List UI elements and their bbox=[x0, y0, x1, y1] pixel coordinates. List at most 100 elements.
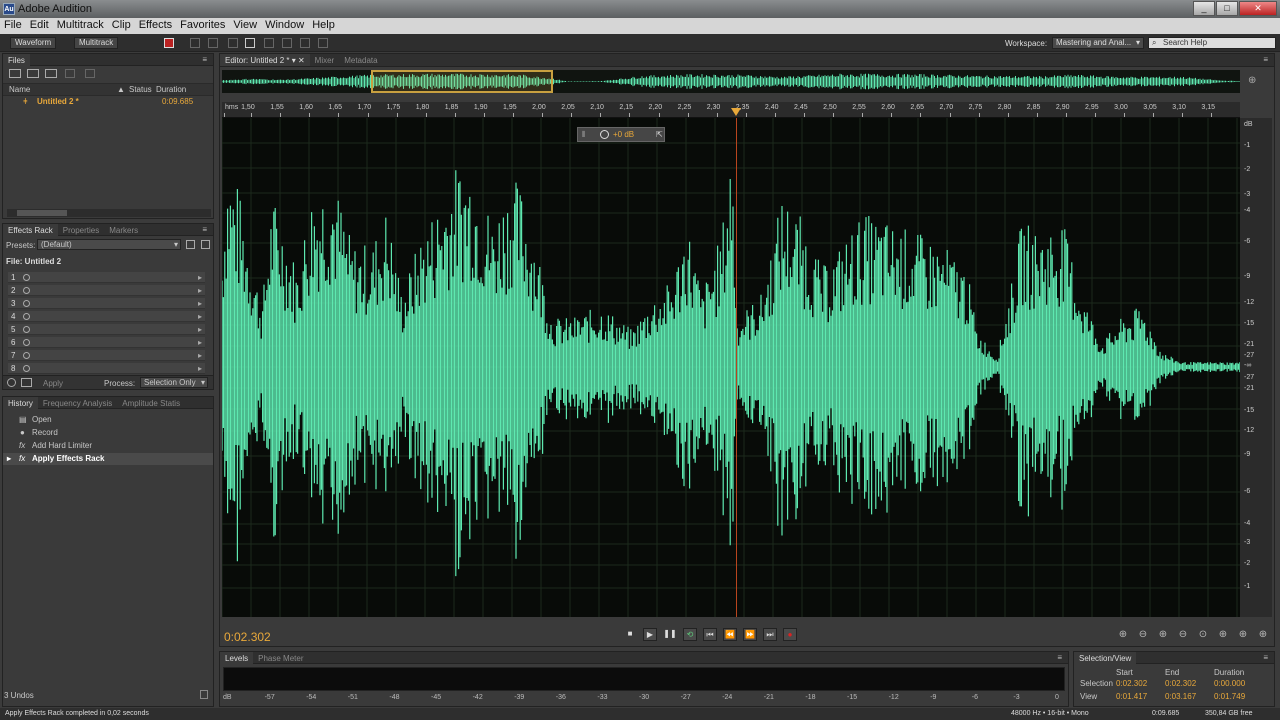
record-button-icon[interactable]: ● bbox=[783, 628, 797, 641]
tab-files[interactable]: Files bbox=[3, 54, 30, 66]
drag-handle-icon[interactable]: ⦀ bbox=[582, 130, 586, 140]
tool-icon[interactable] bbox=[264, 38, 274, 48]
effect-slot[interactable]: 2 ▸ bbox=[8, 285, 205, 296]
new-file-icon[interactable] bbox=[45, 69, 57, 78]
tab-metadata[interactable]: Metadata bbox=[339, 54, 382, 66]
menu-multitrack[interactable]: Multitrack bbox=[53, 18, 108, 31]
apply-button[interactable]: Apply bbox=[43, 379, 63, 388]
view-end[interactable]: 0:03.167 bbox=[1165, 692, 1196, 701]
power-icon[interactable] bbox=[23, 300, 30, 307]
tab-mixer[interactable]: Mixer bbox=[310, 54, 340, 66]
files-scrollbar[interactable] bbox=[7, 209, 211, 217]
overview-view-range[interactable] bbox=[371, 70, 553, 93]
chevron-right-icon[interactable]: ▸ bbox=[198, 324, 202, 335]
tab-markers[interactable]: Markers bbox=[104, 224, 143, 236]
power-icon[interactable] bbox=[23, 274, 30, 281]
menu-help[interactable]: Help bbox=[308, 18, 339, 31]
col-duration[interactable]: Duration bbox=[156, 84, 186, 96]
tab-phase-meter[interactable]: Phase Meter bbox=[253, 652, 308, 664]
master-power-icon[interactable] bbox=[7, 378, 16, 387]
tool-icon[interactable] bbox=[282, 38, 292, 48]
zoom-out-amplitude-icon[interactable]: ⊖ bbox=[1136, 629, 1150, 642]
chevron-right-icon[interactable]: ▸ bbox=[198, 311, 202, 322]
pause-icon[interactable]: ❚❚ bbox=[663, 628, 677, 641]
tool-icon[interactable] bbox=[300, 38, 310, 48]
tab-levels[interactable]: Levels bbox=[220, 652, 254, 664]
workspace-select[interactable]: Mastering and Anal... ▾ bbox=[1052, 37, 1144, 49]
delete-preset-icon[interactable] bbox=[201, 240, 210, 249]
effect-slot[interactable]: 5 ▸ bbox=[8, 324, 205, 335]
loop-icon[interactable]: ⟲ bbox=[683, 628, 697, 641]
zoom-in-amplitude-icon[interactable]: ⊕ bbox=[1116, 629, 1130, 642]
file-row[interactable]: ǂ Untitled 2 * 0:09.685 bbox=[3, 96, 213, 108]
zoom-in-at-end-icon[interactable]: ⊕ bbox=[1236, 629, 1250, 642]
power-icon[interactable] bbox=[23, 365, 30, 372]
panel-menu-icon[interactable]: ≡ bbox=[1263, 55, 1268, 64]
current-time[interactable]: 0:02.302 bbox=[224, 630, 271, 644]
selection-duration[interactable]: 0:00.000 bbox=[1214, 679, 1245, 688]
tab-effects-rack[interactable]: Effects Rack bbox=[3, 224, 58, 236]
col-status[interactable]: Status bbox=[129, 84, 152, 96]
menu-favorites[interactable]: Favorites bbox=[176, 18, 229, 31]
tab-frequency-analysis[interactable]: Frequency Analysis bbox=[38, 397, 117, 409]
panel-menu-icon[interactable]: ≡ bbox=[1057, 653, 1062, 662]
scrollbar-thumb[interactable] bbox=[17, 210, 67, 216]
menu-effects[interactable]: Effects bbox=[135, 18, 176, 31]
chevron-right-icon[interactable]: ▸ bbox=[198, 363, 202, 374]
minimize-icon[interactable]: _ bbox=[1193, 1, 1215, 16]
tab-selection-view[interactable]: Selection/View bbox=[1074, 652, 1137, 664]
menu-view[interactable]: View bbox=[229, 18, 261, 31]
rewind-icon[interactable]: ⏪ bbox=[723, 628, 737, 641]
view-start[interactable]: 0:01.417 bbox=[1116, 692, 1147, 701]
close-icon[interactable]: ✕ bbox=[298, 56, 305, 65]
volume-hud[interactable]: ⦀ +0 dB ⇱ bbox=[577, 127, 665, 142]
power-icon[interactable] bbox=[23, 313, 30, 320]
chevron-right-icon[interactable]: ▸ bbox=[198, 272, 202, 283]
record-mode-icon[interactable] bbox=[164, 38, 174, 48]
tool-icon[interactable] bbox=[228, 38, 238, 48]
panel-menu-icon[interactable]: ≡ bbox=[1263, 653, 1268, 662]
selection-end[interactable]: 0:02.302 bbox=[1165, 679, 1196, 688]
panel-menu-icon[interactable]: ≡ bbox=[202, 55, 207, 64]
sort-ascending-icon[interactable]: ▲ bbox=[117, 84, 125, 96]
skip-forward-icon[interactable]: ⏭ bbox=[763, 628, 777, 641]
history-item[interactable]: fx Add Hard Limiter bbox=[3, 440, 213, 452]
volume-value[interactable]: +0 dB bbox=[613, 130, 634, 139]
power-icon[interactable] bbox=[23, 326, 30, 333]
maximize-icon[interactable]: □ bbox=[1216, 1, 1238, 16]
zoom-out-full-icon[interactable]: ⊕ bbox=[1248, 75, 1256, 86]
volume-knob-icon[interactable] bbox=[600, 130, 609, 139]
effect-slot[interactable]: 3 ▸ bbox=[8, 298, 205, 309]
tool-icon[interactable] bbox=[318, 38, 328, 48]
stop-icon[interactable]: ■ bbox=[623, 628, 637, 641]
presets-select[interactable]: (Default) ▾ bbox=[37, 239, 181, 250]
search-help-input[interactable]: ⌕ Search Help bbox=[1148, 37, 1276, 49]
process-select[interactable]: Selection Only ▾ bbox=[140, 377, 208, 388]
power-icon[interactable] bbox=[23, 339, 30, 346]
playhead-handle[interactable] bbox=[731, 108, 741, 116]
zoom-out-time-icon[interactable]: ⊖ bbox=[1176, 629, 1190, 642]
tool-icon[interactable] bbox=[190, 38, 200, 48]
tab-editor[interactable]: Editor: Untitled 2 * ▾ ✕ bbox=[220, 54, 310, 66]
tool-icon[interactable] bbox=[208, 38, 218, 48]
overview-waveform[interactable] bbox=[221, 70, 1240, 93]
zoom-in-at-start-icon[interactable]: ⊕ bbox=[1216, 629, 1230, 642]
effect-slot[interactable]: 4 ▸ bbox=[8, 311, 205, 322]
effect-slot[interactable]: 1 ▸ bbox=[8, 272, 205, 283]
trash-icon[interactable] bbox=[200, 690, 208, 699]
col-name[interactable]: Name bbox=[9, 84, 30, 96]
chevron-right-icon[interactable]: ▸ bbox=[198, 350, 202, 361]
waveform-display[interactable] bbox=[221, 118, 1241, 617]
tab-history[interactable]: History bbox=[3, 397, 38, 409]
open-file-icon[interactable] bbox=[9, 69, 21, 78]
chevron-right-icon[interactable]: ▸ bbox=[198, 337, 202, 348]
history-item[interactable]: ● Record bbox=[3, 427, 213, 439]
menu-window[interactable]: Window bbox=[261, 18, 308, 31]
multitrack-button[interactable]: Multitrack bbox=[74, 37, 119, 49]
history-item[interactable]: ▤ Open bbox=[3, 414, 213, 426]
play-icon[interactable]: ▶ bbox=[643, 628, 657, 641]
pin-icon[interactable]: ⇱ bbox=[656, 130, 663, 139]
history-item-selected[interactable]: ▸ fx Apply Effects Rack bbox=[3, 453, 213, 465]
skip-back-icon[interactable]: ⏮ bbox=[703, 628, 717, 641]
fast-forward-icon[interactable]: ⏩ bbox=[743, 628, 757, 641]
